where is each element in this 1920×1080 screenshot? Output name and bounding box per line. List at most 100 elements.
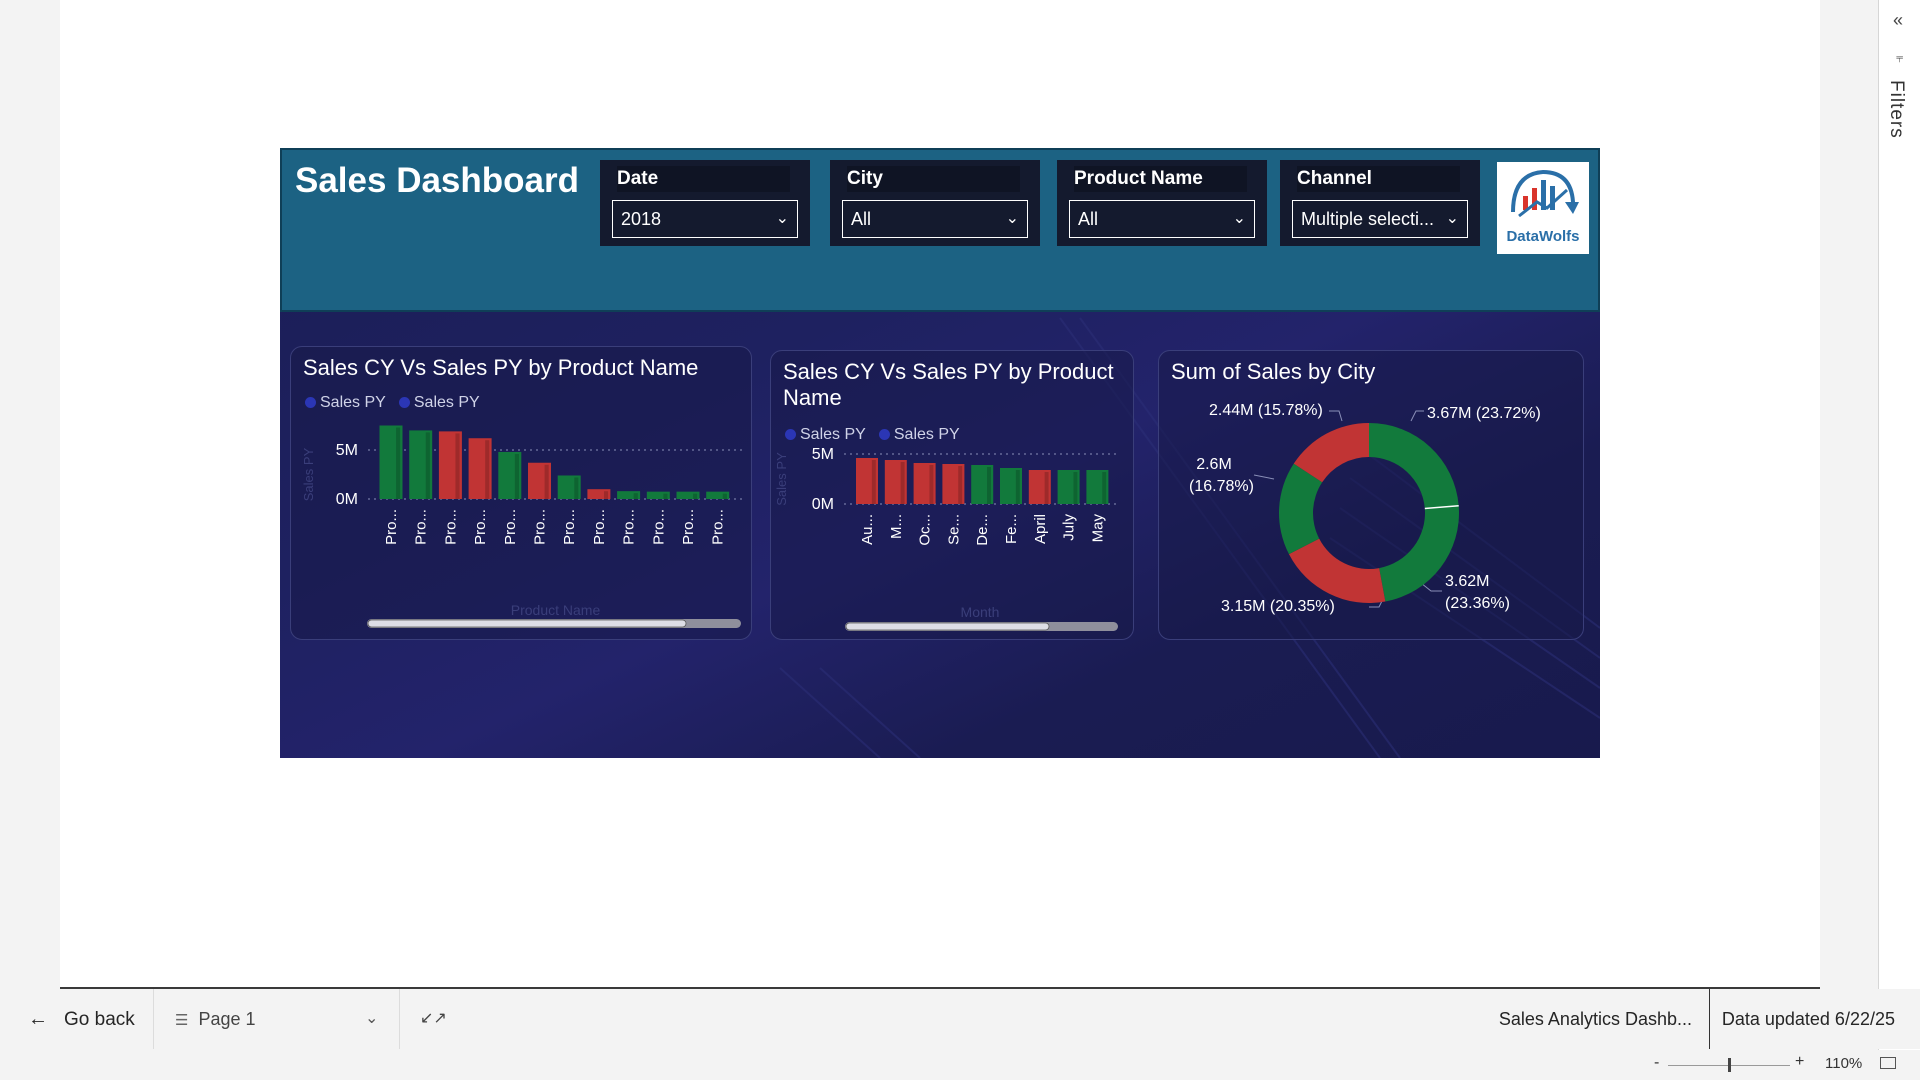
double-chevron-left-icon[interactable]: « xyxy=(1893,10,1903,31)
page-label: Page 1 xyxy=(198,1009,256,1029)
donut-label: 3.62M xyxy=(1445,573,1489,590)
analytics-logo-icon xyxy=(1511,170,1579,218)
slicer-date: Date 2018 ⌄ xyxy=(600,160,810,246)
donut-label: 2.6M xyxy=(1196,456,1232,473)
bar-shadow xyxy=(1073,472,1078,504)
x-tick-label: Se... xyxy=(945,514,962,545)
chart-sales-by-city-card[interactable]: Sum of Sales by City 2.44M (15.78%) 3.67… xyxy=(1158,350,1584,640)
y-tick-label: 5M xyxy=(336,442,358,459)
y-axis-title: Sales PY xyxy=(774,452,789,506)
slicer-product-name-dropdown[interactable]: All ⌄ xyxy=(1069,200,1255,238)
chevron-down-icon: ⌄ xyxy=(1445,210,1459,227)
zoom-slider-thumb[interactable] xyxy=(1728,1058,1731,1072)
x-tick-label: Pro... xyxy=(650,509,667,545)
dashboard-header: Sales Dashboard Date 2018 ⌄ City All ⌄ P… xyxy=(280,148,1600,312)
donut-label: (16.78%) xyxy=(1189,478,1254,495)
x-tick-label: Pro... xyxy=(532,509,549,545)
collapse-arrows-icon[interactable]: ↙↗ xyxy=(420,989,447,1049)
donut-label: 3.15M (20.35%) xyxy=(1221,598,1335,615)
report-name: Sales Analytics Dashb... xyxy=(1498,1009,1692,1029)
scrollbar-thumb[interactable] xyxy=(367,619,687,628)
slicer-date-label: Date xyxy=(617,166,790,192)
slicer-city-dropdown[interactable]: All ⌄ xyxy=(842,200,1028,238)
chevron-down-icon: ⌄ xyxy=(1005,210,1019,227)
slicer-channel: Channel Multiple selecti... ⌄ xyxy=(1280,160,1480,246)
scrollbar-thumb[interactable] xyxy=(845,622,1050,631)
donut-label: (23.36%) xyxy=(1445,595,1510,612)
zoom-in-button[interactable]: + xyxy=(1795,1053,1804,1071)
arrow-left-icon: ← xyxy=(28,1008,48,1030)
dashboard-title: Sales Dashboard xyxy=(295,161,579,200)
donut-slices xyxy=(1279,423,1459,603)
bar-shadow xyxy=(663,493,668,499)
slicer-product-name-value: All xyxy=(1078,209,1099,229)
chevron-down-icon[interactable]: ⌄ xyxy=(365,989,378,1049)
chevron-down-icon: ⌄ xyxy=(1232,210,1246,227)
bar-chart-svg: Sales PY 5M 0M Au... M... Oc... Se... De... Fe..… xyxy=(774,446,1118,631)
bar-shadow xyxy=(929,465,934,504)
bar-shadow xyxy=(722,493,727,499)
donut-slice[interactable] xyxy=(1369,423,1459,509)
slicer-product-name-label: Product Name xyxy=(1074,166,1247,192)
x-tick-label: Pro... xyxy=(710,509,727,545)
filter-icon: ⫧ xyxy=(1896,50,1904,65)
divider xyxy=(153,989,154,1049)
chevron-down-icon: ⌄ xyxy=(775,210,789,227)
footer-bar: ← Go back ☰ Page 1 ⌄ ↙↗ Sales Analytics Da… xyxy=(0,989,1920,1049)
chart-sales-by-product-card[interactable]: Sales CY Vs Sales PY by Product Name Sal… xyxy=(290,346,752,640)
x-tick-label: Pro... xyxy=(472,509,489,545)
donut-label: 3.67M (23.72%) xyxy=(1427,405,1541,422)
x-tick-label: Pro... xyxy=(621,509,638,545)
bar-shadow xyxy=(455,433,460,499)
slicer-date-value: 2018 xyxy=(621,209,662,229)
fit-to-page-icon[interactable] xyxy=(1880,1057,1896,1069)
donut-slice[interactable] xyxy=(1288,538,1386,603)
slicer-city-value: All xyxy=(851,209,872,229)
divider xyxy=(399,989,400,1049)
list-icon: ☰ xyxy=(175,1012,189,1029)
x-tick-label: De... xyxy=(974,514,991,546)
x-tick-label: Pro... xyxy=(383,509,400,545)
y-axis-title: Sales PY xyxy=(301,447,316,501)
slicer-channel-dropdown[interactable]: Multiple selecti... ⌄ xyxy=(1292,200,1468,238)
x-axis-title: Product Name xyxy=(511,602,601,618)
bar-shadow xyxy=(396,427,401,499)
bar-shadow xyxy=(603,491,609,499)
bar-shadow xyxy=(544,464,549,499)
go-back-button[interactable]: ← Go back xyxy=(28,989,135,1049)
bar-shadow xyxy=(1015,470,1020,504)
x-tick-label: Pro... xyxy=(680,509,697,545)
bar-shadow xyxy=(871,460,876,504)
filters-label[interactable]: Filters xyxy=(1885,80,1907,139)
x-tick-label: May xyxy=(1089,514,1106,543)
y-tick-label: 0M xyxy=(812,496,834,513)
slicer-channel-label: Channel xyxy=(1297,166,1460,192)
zoom-out-button[interactable]: - xyxy=(1654,1054,1659,1072)
bar-shadow xyxy=(693,493,698,499)
datawolfs-logo: DataWolfs xyxy=(1497,162,1589,254)
x-tick-label: April xyxy=(1032,514,1049,544)
x-tick-label: Fe... xyxy=(1003,514,1020,544)
x-tick-label: Pro... xyxy=(442,509,459,545)
x-axis-title: Month xyxy=(961,604,1000,620)
chart-sales-by-month-card[interactable]: Sales CY Vs Sales PY by Product Name Sal… xyxy=(770,350,1134,640)
bar-shadow xyxy=(425,432,430,499)
bar-shadow xyxy=(987,467,991,504)
page-selector[interactable]: ☰ Page 1 xyxy=(175,989,256,1049)
donut-label: 2.44M (15.78%) xyxy=(1209,402,1323,419)
slicer-product-name: Product Name All ⌄ xyxy=(1057,160,1267,246)
slicer-date-dropdown[interactable]: 2018 ⌄ xyxy=(612,200,798,238)
bar-shadow xyxy=(1044,472,1049,504)
slicer-city-label: City xyxy=(847,166,1020,192)
bar-shadow xyxy=(900,462,905,504)
bar-chart-svg: Sales PY 5M 0M Pro... Pro... Pro... Pro... Pro.… xyxy=(301,425,743,628)
bar-shadow xyxy=(485,440,490,499)
slicer-channel-value: Multiple selecti... xyxy=(1301,209,1435,229)
filters-pane-collapsed[interactable]: « ⫧ Filters xyxy=(1878,0,1920,1050)
y-tick-label: 5M xyxy=(812,446,834,463)
x-tick-label: Pro... xyxy=(413,509,430,545)
data-updated-text: Data updated 6/22/25 xyxy=(1708,989,1895,1049)
report-page: Sales Dashboard Date 2018 ⌄ City All ⌄ P… xyxy=(280,148,1600,758)
bar-shadow xyxy=(633,493,638,499)
zoom-bar: - + 110% xyxy=(0,1050,1920,1080)
